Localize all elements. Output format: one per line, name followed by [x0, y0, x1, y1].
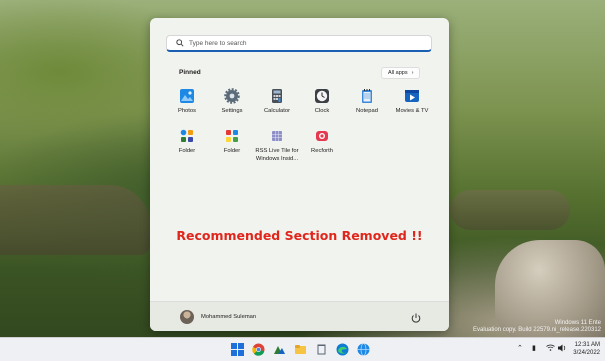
- chevron-right-icon: ›: [411, 70, 414, 76]
- recommended-removed-notice: Recommended Section Removed !!: [176, 228, 423, 243]
- rss-tile-icon: [269, 128, 285, 144]
- chrome-icon[interactable]: [252, 343, 265, 356]
- recforth-icon: [314, 128, 330, 144]
- chevron-up-icon[interactable]: ⌃: [517, 344, 523, 352]
- usb-icon[interactable]: ▮: [532, 344, 536, 352]
- app-label: Movies & TV: [395, 108, 429, 114]
- pinned-app-notepad[interactable]: Notepad: [344, 88, 390, 116]
- pinned-app-photos[interactable]: Photos: [164, 88, 210, 116]
- power-icon[interactable]: [410, 311, 422, 323]
- app-label: Calculator: [263, 108, 291, 114]
- app-label: Folder: [178, 148, 196, 154]
- taskbar-clock[interactable]: 12:31 AM 3/24/2022: [573, 341, 600, 357]
- clock-icon: [314, 88, 330, 104]
- watermark-line-1: Windows 11 Ente: [554, 320, 601, 326]
- search-icon: [174, 37, 186, 49]
- all-apps-label: All apps: [388, 70, 408, 76]
- app-label: Settings: [221, 108, 243, 114]
- app-label: Photos: [177, 108, 197, 114]
- pinned-app-calculator[interactable]: Calculator: [254, 88, 300, 116]
- wallpaper-cliff-left: [0, 185, 150, 255]
- pinned-app-recforth[interactable]: Recforth: [299, 128, 345, 156]
- pinned-app-folder-2[interactable]: Folder: [209, 128, 255, 156]
- file-explorer-icon[interactable]: [294, 343, 307, 356]
- app-label: Clock: [314, 108, 330, 114]
- all-apps-button[interactable]: All apps ›: [381, 67, 421, 79]
- search-box[interactable]: Type here to search: [166, 35, 432, 52]
- user-name[interactable]: Mohammed Suleman: [201, 314, 256, 320]
- evaluation-watermark: Windows 11 Ente Evaluation copy. Build 2…: [473, 320, 601, 334]
- clock-date: 3/24/2022: [573, 350, 600, 356]
- edge-icon[interactable]: [336, 343, 349, 356]
- app-label: Folder: [223, 148, 241, 154]
- wallpaper-cliff-right: [450, 190, 570, 230]
- clock-time: 12:31 AM: [574, 342, 600, 348]
- start-menu: Type here to search Pinned All apps › Ph…: [150, 18, 449, 331]
- pinned-app-folder-1[interactable]: Folder: [164, 128, 210, 156]
- globe-app-icon[interactable]: [357, 343, 370, 356]
- watermark-line-2: Evaluation copy. Build 22579.ni_release.…: [473, 327, 601, 333]
- windows-start-icon[interactable]: [231, 343, 244, 356]
- pinned-app-clock[interactable]: Clock: [299, 88, 345, 116]
- taskbar: ⌃ ▮ 12:31 AM 3/24/2022: [0, 337, 605, 361]
- search-input[interactable]: Type here to search: [189, 40, 246, 47]
- volume-icon[interactable]: [558, 344, 567, 354]
- movies-icon: [404, 88, 420, 104]
- wifi-icon[interactable]: [546, 344, 555, 353]
- app-label: Notepad: [356, 108, 378, 114]
- avatar[interactable]: [180, 310, 194, 324]
- pinned-app-settings[interactable]: Settings: [209, 88, 255, 116]
- calculator-icon: [269, 88, 285, 104]
- pinned-heading: Pinned: [179, 69, 201, 76]
- pinned-app-movies-tv[interactable]: Movies & TV: [389, 88, 435, 116]
- gear-icon: [224, 88, 240, 104]
- photos-icon: [179, 88, 195, 104]
- widgets-icon[interactable]: [273, 343, 286, 356]
- folder-tile-icon: [179, 128, 195, 144]
- notepad-icon: [359, 88, 375, 104]
- notepad-icon[interactable]: [315, 343, 328, 356]
- folder-tile-icon: [224, 128, 240, 144]
- pinned-app-rss-live-tile[interactable]: RSS Live Tile for Windows Insid...: [254, 128, 300, 163]
- app-label: Recforth: [311, 148, 333, 154]
- app-label: RSS Live Tile for Windows Insid...: [255, 148, 299, 162]
- start-footer: Mohammed Suleman: [150, 301, 449, 331]
